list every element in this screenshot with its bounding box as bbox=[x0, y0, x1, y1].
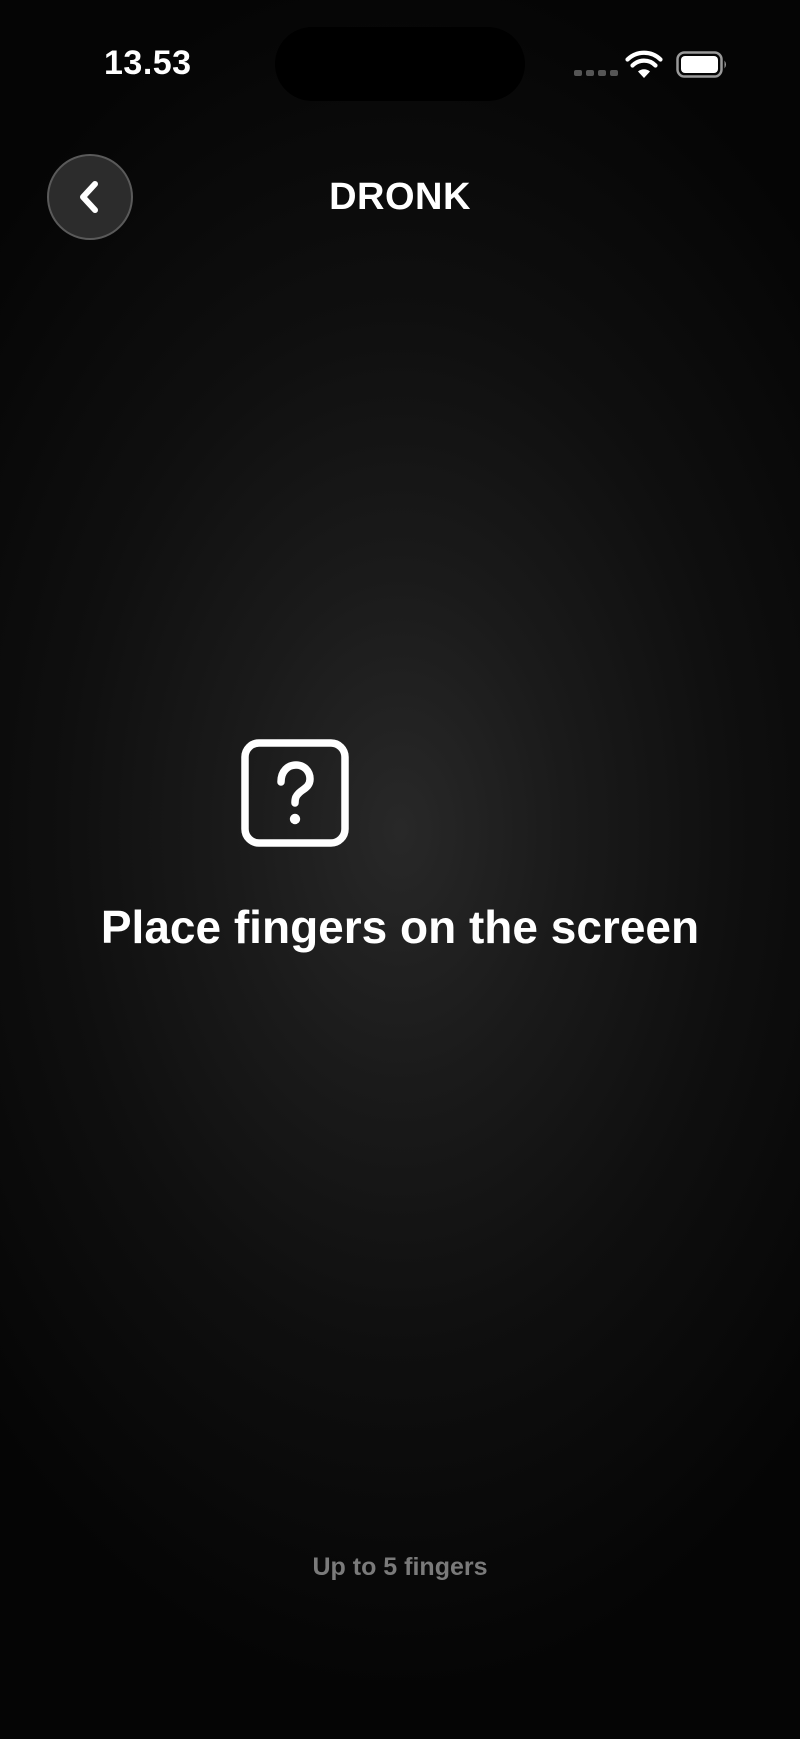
cellular-signal-icon bbox=[574, 70, 618, 76]
battery-icon bbox=[676, 51, 726, 78]
question-mark-square-icon bbox=[241, 739, 349, 847]
page-title: DRONK bbox=[329, 176, 471, 218]
status-time: 13.53 bbox=[104, 44, 192, 82]
finger-limit-hint: Up to 5 fingers bbox=[312, 1553, 488, 1581]
wifi-icon bbox=[625, 50, 663, 78]
dynamic-island bbox=[275, 27, 525, 101]
screen[interactable]: 13.53 DRONK Place fingers on the screen … bbox=[0, 0, 800, 1739]
instruction-text: Place fingers on the screen bbox=[100, 901, 700, 953]
